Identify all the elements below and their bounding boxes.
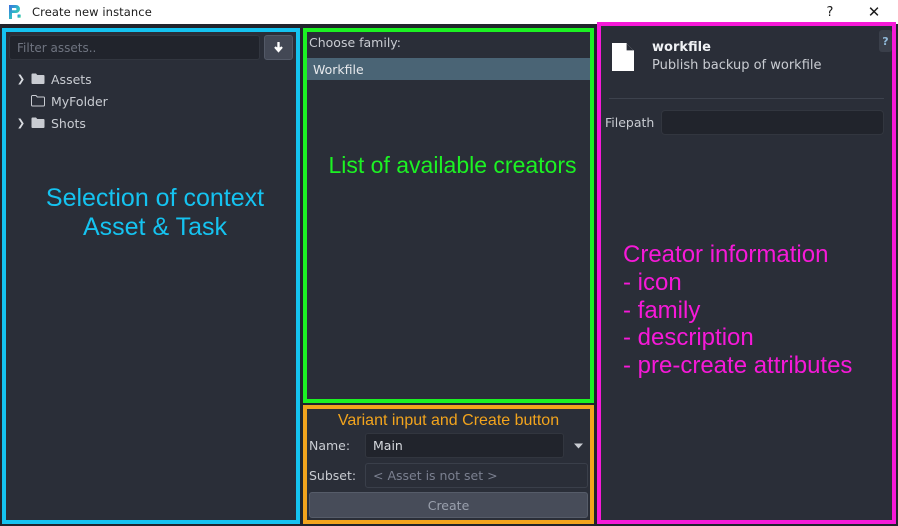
filter-assets-input[interactable] bbox=[9, 35, 260, 60]
asset-tree[interactable]: ❯ Assets MyFolder ❯ Shots bbox=[6, 66, 296, 134]
titlebar-help-button[interactable]: ? bbox=[810, 0, 850, 24]
filepath-input[interactable] bbox=[661, 110, 884, 135]
creator-header: workfile Publish backup of workfile bbox=[611, 40, 822, 73]
subset-value: < Asset is not set > bbox=[365, 463, 588, 488]
openpype-p-logo-icon bbox=[7, 4, 23, 20]
chevron-down-icon bbox=[573, 443, 583, 448]
creator-family-panel: Choose family: Workfile List of availabl… bbox=[303, 28, 594, 403]
subset-label: Subset: bbox=[309, 468, 357, 483]
creator-family-name: workfile bbox=[652, 40, 711, 55]
tree-item-myfolder[interactable]: MyFolder bbox=[6, 90, 296, 112]
titlebar-close-button[interactable]: ✕ bbox=[854, 0, 894, 24]
expand-arrow-icon[interactable]: ❯ bbox=[14, 74, 28, 85]
folder-outline-icon bbox=[28, 95, 48, 107]
precreate-attribute-row: Filepath bbox=[605, 110, 884, 135]
create-button[interactable]: Create bbox=[309, 492, 588, 518]
filepath-label: Filepath bbox=[605, 115, 655, 130]
family-list-item-workfile[interactable]: Workfile bbox=[307, 58, 590, 80]
tree-item-label: Assets bbox=[51, 71, 92, 87]
context-selection-inner: ❯ Assets MyFolder ❯ bbox=[6, 32, 296, 520]
asset-filter-row bbox=[9, 35, 293, 60]
variant-and-create-panel: Variant input and Create button Name: Su… bbox=[303, 405, 594, 524]
context-selection-panel: ❯ Assets MyFolder ❯ bbox=[2, 28, 300, 524]
creator-help-button[interactable]: ? bbox=[879, 30, 892, 52]
tree-item-label: Shots bbox=[51, 115, 86, 131]
family-item-label: Workfile bbox=[313, 61, 364, 77]
variant-dropdown-button[interactable] bbox=[568, 433, 588, 458]
creator-information-inner: ? workfile Publish backup of workfile Fi… bbox=[601, 26, 892, 520]
creator-information-panel: ? workfile Publish backup of workfile Fi… bbox=[597, 22, 896, 524]
creator-list-annotation: List of available creators bbox=[328, 152, 577, 178]
arrow-down-icon bbox=[274, 42, 283, 53]
tree-item-assets[interactable]: ❯ Assets bbox=[6, 68, 296, 90]
variant-name-label: Name: bbox=[309, 438, 351, 453]
variant-panel-annotation: Variant input and Create button bbox=[337, 412, 560, 429]
tree-item-label: MyFolder bbox=[51, 93, 108, 109]
titlebar: Create new instance ? ✕ bbox=[0, 0, 898, 24]
create-new-instance-window: Create new instance ? ✕ ❯ bbox=[0, 0, 898, 526]
tree-item-shots[interactable]: ❯ Shots bbox=[6, 112, 296, 134]
subset-row: Subset: < Asset is not set > bbox=[307, 463, 590, 488]
variant-name-row: Name: bbox=[307, 433, 590, 458]
choose-family-label: Choose family: bbox=[309, 35, 402, 50]
context-panel-annotation: Selection of context Asset & Task bbox=[45, 184, 265, 241]
creator-description: Publish backup of workfile bbox=[652, 58, 822, 73]
expand-arrow-icon[interactable]: ❯ bbox=[14, 118, 28, 129]
filter-dropdown-button[interactable] bbox=[264, 35, 293, 60]
document-file-icon bbox=[611, 42, 635, 72]
creator-family-inner: Choose family: Workfile List of availabl… bbox=[307, 32, 590, 399]
window-title: Create new instance bbox=[32, 5, 152, 19]
folder-filled-icon bbox=[28, 117, 48, 129]
variant-name-input[interactable] bbox=[365, 433, 564, 458]
creator-divider bbox=[609, 98, 884, 99]
folder-filled-icon bbox=[28, 73, 48, 85]
creator-info-annotation: Creator information - icon - family - de… bbox=[623, 241, 853, 380]
creator-meta: workfile Publish backup of workfile bbox=[652, 40, 822, 73]
family-list[interactable]: Workfile bbox=[307, 58, 590, 80]
variant-create-inner: Variant input and Create button Name: Su… bbox=[307, 409, 590, 520]
